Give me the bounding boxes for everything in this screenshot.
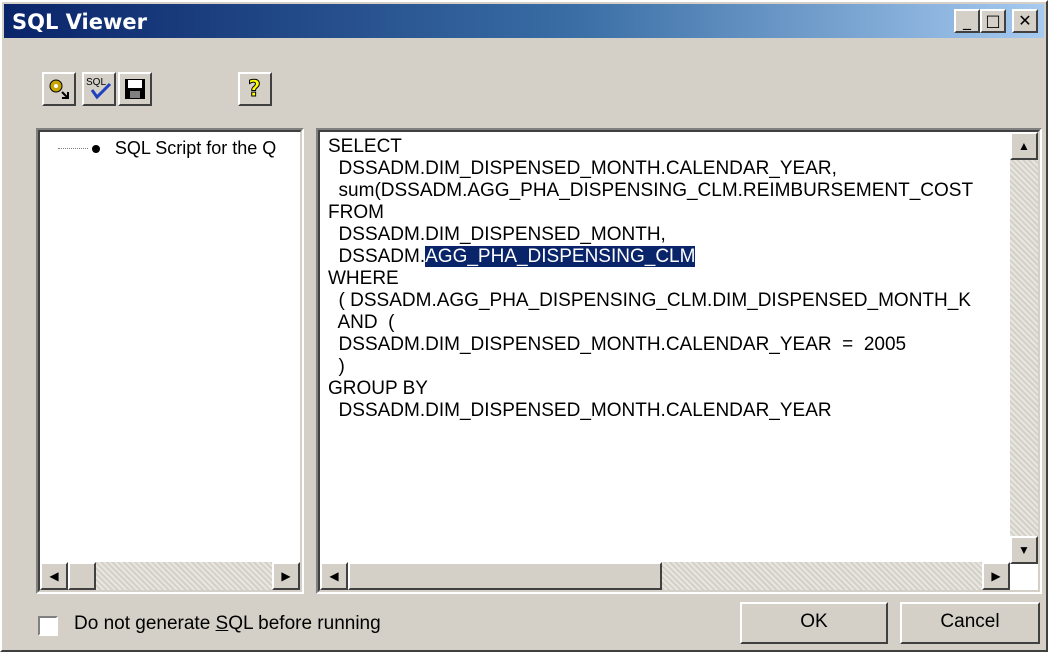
ok-button[interactable]: OK — [740, 602, 888, 644]
tree-item-label: SQL Script for the Q — [114, 138, 277, 158]
no-generate-sql-label[interactable]: Do not generate SQL before running — [74, 613, 381, 635]
help-button[interactable]: ? — [238, 72, 272, 106]
scroll-thumb[interactable] — [68, 562, 96, 590]
title-bar[interactable]: SQL Viewer _ □ ✕ — [4, 4, 1044, 38]
window-title: SQL Viewer — [12, 10, 147, 34]
sql-text-area[interactable]: SELECT DSSADM.DIM_DISPENSED_MONTH.CALEND… — [320, 132, 1010, 562]
sql-horizontal-scrollbar[interactable]: ◀ ▶ — [320, 562, 1010, 590]
tree-horizontal-scrollbar[interactable]: ◀ ▶ — [40, 562, 300, 590]
sql-vertical-scrollbar[interactable]: ▲ ▼ — [1010, 132, 1038, 564]
scroll-right-icon[interactable]: ▶ — [982, 562, 1010, 590]
save-icon — [125, 79, 145, 99]
scroll-right-icon[interactable]: ▶ — [272, 562, 300, 590]
sql-check-button[interactable]: SQL — [82, 72, 116, 106]
bullet-icon — [92, 144, 101, 153]
tree-item[interactable]: SQL Script for the Q — [44, 138, 298, 164]
run-query-icon — [49, 79, 69, 99]
maximize-button[interactable]: □ — [980, 9, 1006, 33]
cancel-button[interactable]: Cancel — [900, 602, 1040, 644]
run-query-button[interactable] — [42, 72, 76, 106]
scroll-thumb[interactable] — [348, 562, 662, 590]
save-button[interactable] — [118, 72, 152, 106]
svg-text:?: ? — [248, 77, 261, 102]
sql-check-icon: SQL — [86, 77, 112, 100]
no-generate-sql-checkbox[interactable] — [38, 616, 58, 636]
scroll-up-icon[interactable]: ▲ — [1010, 132, 1038, 160]
scroll-left-icon[interactable]: ◀ — [40, 562, 68, 590]
script-tree-pane[interactable]: SQL Script for the Q ◀ ▶ — [36, 128, 304, 594]
selected-text: AGG_PHA_DISPENSING_CLM — [425, 246, 696, 267]
scroll-left-icon[interactable]: ◀ — [320, 562, 348, 590]
svg-text:SQL: SQL — [86, 77, 106, 88]
minimize-button[interactable]: _ — [954, 9, 980, 33]
sql-script-pane[interactable]: SELECT DSSADM.DIM_DISPENSED_MONTH.CALEND… — [316, 128, 1042, 594]
sql-viewer-window: SQL Viewer _ □ ✕ SQL ? SQL Script for th… — [0, 0, 1048, 652]
help-icon: ? — [248, 77, 262, 103]
scroll-down-icon[interactable]: ▼ — [1010, 536, 1038, 564]
close-button[interactable]: ✕ — [1012, 9, 1038, 33]
sql-text: SELECT DSSADM.DIM_DISPENSED_MONTH.CALEND… — [328, 136, 974, 421]
tree-connector — [58, 148, 88, 149]
